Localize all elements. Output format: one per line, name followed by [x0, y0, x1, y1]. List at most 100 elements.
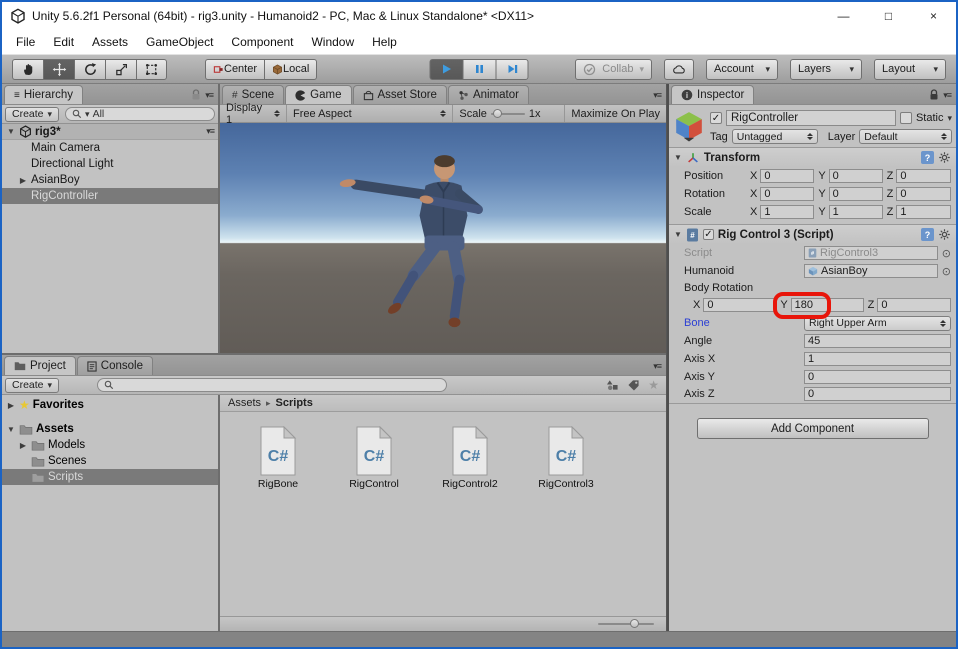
- hierarchy-item-directional-light[interactable]: Directional Light: [2, 156, 218, 172]
- foldout-icon[interactable]: ▼: [6, 127, 16, 136]
- rotation-z-field[interactable]: 0: [896, 187, 951, 201]
- icon-size-slider[interactable]: [598, 623, 654, 625]
- foldout-icon[interactable]: ▶: [18, 441, 28, 450]
- menu-assets[interactable]: Assets: [84, 32, 136, 52]
- gear-icon[interactable]: [938, 151, 951, 164]
- collab-button[interactable]: Collab ▾: [575, 59, 652, 80]
- static-dropdown-icon[interactable]: ▾: [947, 113, 952, 124]
- scale-x-field[interactable]: 1: [760, 205, 814, 219]
- object-picker-icon[interactable]: ⊙: [942, 265, 951, 278]
- foldout-icon[interactable]: ▼: [6, 425, 16, 434]
- favorites-filter-icon[interactable]: ★: [648, 378, 659, 392]
- game-viewport[interactable]: [220, 123, 666, 353]
- bone-dropdown[interactable]: Right Upper Arm: [804, 316, 951, 331]
- tab-animator[interactable]: Animator: [448, 85, 529, 104]
- object-picker-icon[interactable]: ⊙: [942, 247, 951, 260]
- file-rigbone[interactable]: C# RigBone: [246, 426, 310, 490]
- tab-asset-store[interactable]: Asset Store: [353, 85, 447, 104]
- menu-window[interactable]: Window: [303, 32, 362, 52]
- file-rigcontrol[interactable]: C# RigControl: [342, 426, 406, 490]
- search-by-type-icon[interactable]: [606, 379, 619, 391]
- active-checkbox[interactable]: ✓: [710, 112, 722, 124]
- pause-button[interactable]: [463, 59, 496, 80]
- axis-y-field[interactable]: 0: [804, 370, 951, 384]
- pivot-local-button[interactable]: Local: [264, 59, 317, 80]
- project-create-button[interactable]: Create ▾: [5, 378, 59, 393]
- file-rigcontrol3[interactable]: C# RigControl3: [534, 426, 598, 490]
- humanoid-object-field[interactable]: AsianBoy: [804, 264, 938, 278]
- scale-z-field[interactable]: 1: [896, 205, 951, 219]
- rig-control-header[interactable]: ▼ # ✓ Rig Control 3 (Script) ?: [669, 224, 956, 244]
- menu-gameobject[interactable]: GameObject: [138, 32, 221, 52]
- aspect-dropdown[interactable]: Free Aspect: [287, 105, 453, 122]
- foldout-icon[interactable]: ▶: [18, 176, 28, 185]
- tab-project[interactable]: Project: [4, 356, 76, 375]
- menu-component[interactable]: Component: [223, 32, 301, 52]
- lock-icon[interactable]: [191, 89, 201, 101]
- maximize-button[interactable]: □: [866, 2, 911, 30]
- rect-tool-button[interactable]: [136, 59, 167, 80]
- pane-menu-icon[interactable]: ▾≡: [653, 90, 661, 101]
- foldout-icon[interactable]: ▼: [674, 153, 682, 162]
- axis-x-field[interactable]: 1: [804, 352, 951, 366]
- scale-slider[interactable]: [491, 113, 525, 115]
- scene-menu-icon[interactable]: ▾≡: [206, 126, 214, 137]
- pane-menu-icon[interactable]: ▾≡: [943, 90, 951, 101]
- tree-item-scenes[interactable]: Scenes: [2, 453, 218, 469]
- script-object-field[interactable]: # RigControl3: [804, 246, 938, 260]
- tab-hierarchy[interactable]: ≡ Hierarchy: [4, 85, 83, 104]
- pivot-center-button[interactable]: Center: [205, 59, 264, 80]
- account-dropdown[interactable]: Account ▾: [706, 59, 778, 80]
- rotation-x-field[interactable]: 0: [760, 187, 814, 201]
- hierarchy-item-main-camera[interactable]: Main Camera: [2, 140, 218, 156]
- angle-field[interactable]: 45: [804, 334, 951, 348]
- component-enabled-checkbox[interactable]: ✓: [703, 229, 714, 240]
- hand-tool-button[interactable]: [12, 59, 43, 80]
- hierarchy-create-button[interactable]: Create ▾: [5, 107, 59, 122]
- transform-header[interactable]: ▼ Transform ?: [669, 147, 956, 167]
- file-rigcontrol2[interactable]: C# RigControl2: [438, 426, 502, 490]
- rotate-tool-button[interactable]: [74, 59, 105, 80]
- search-by-label-icon[interactable]: [627, 379, 640, 391]
- tree-item-favorites[interactable]: ▶ ★ Favorites: [2, 397, 218, 413]
- tree-item-scripts[interactable]: Scripts: [2, 469, 218, 485]
- help-icon[interactable]: ?: [921, 151, 934, 164]
- cloud-button[interactable]: [664, 59, 694, 80]
- maximize-on-play-button[interactable]: Maximize On Play: [565, 105, 666, 122]
- play-button[interactable]: [430, 59, 463, 80]
- step-button[interactable]: [496, 59, 529, 80]
- menu-help[interactable]: Help: [364, 32, 405, 52]
- project-search-input[interactable]: [97, 378, 447, 392]
- body-rotation-x-field[interactable]: 0: [703, 298, 776, 312]
- tab-game[interactable]: Game: [285, 85, 351, 104]
- move-tool-button[interactable]: [43, 59, 74, 80]
- static-checkbox[interactable]: [900, 112, 912, 124]
- tag-dropdown[interactable]: Untagged: [732, 129, 818, 144]
- layer-dropdown[interactable]: Default: [859, 129, 952, 144]
- lock-icon[interactable]: [929, 89, 939, 101]
- breadcrumb-scripts[interactable]: Scripts: [276, 397, 313, 409]
- body-rotation-z-field[interactable]: 0: [877, 298, 951, 312]
- position-y-field[interactable]: 0: [829, 169, 883, 183]
- close-button[interactable]: ×: [911, 2, 956, 30]
- gameobject-name-field[interactable]: RigController: [726, 110, 896, 126]
- hierarchy-item-rigcontroller[interactable]: RigController: [2, 188, 218, 204]
- hierarchy-search-input[interactable]: ▾ All: [65, 107, 215, 121]
- tab-console[interactable]: Console: [77, 356, 153, 375]
- pane-menu-icon[interactable]: ▾≡: [653, 361, 661, 372]
- gear-icon[interactable]: [938, 228, 951, 241]
- display-dropdown[interactable]: Display 1: [220, 105, 287, 122]
- foldout-icon[interactable]: ▼: [674, 230, 682, 239]
- body-rotation-y-field[interactable]: 180: [791, 298, 864, 312]
- layers-dropdown[interactable]: Layers ▾: [790, 59, 862, 80]
- position-z-field[interactable]: 0: [896, 169, 951, 183]
- menu-file[interactable]: File: [8, 32, 43, 52]
- layout-dropdown[interactable]: Layout ▾: [874, 59, 946, 80]
- position-x-field[interactable]: 0: [760, 169, 814, 183]
- scene-row[interactable]: ▼ rig3* ▾≡: [2, 124, 218, 140]
- tree-item-assets[interactable]: ▼ Assets: [2, 421, 218, 437]
- tab-inspector[interactable]: i Inspector: [671, 85, 754, 104]
- breadcrumb-assets[interactable]: Assets: [228, 397, 261, 409]
- hierarchy-item-asianboy[interactable]: ▶ AsianBoy: [2, 172, 218, 188]
- rotation-y-field[interactable]: 0: [829, 187, 883, 201]
